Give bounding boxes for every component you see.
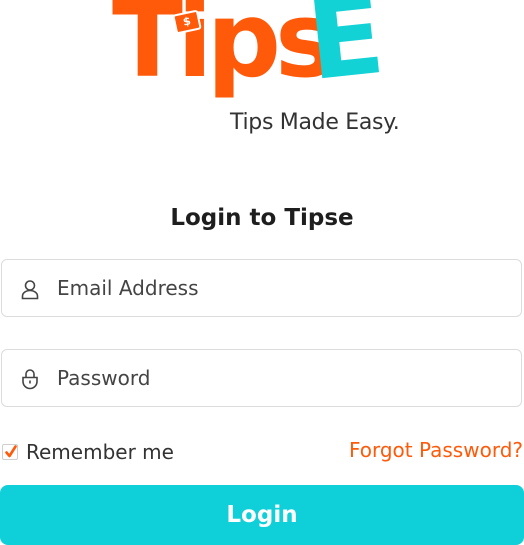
remember-checkbox[interactable] <box>2 444 18 460</box>
email-field[interactable] <box>1 259 522 317</box>
user-icon <box>19 278 41 300</box>
logo-wordmark-accent: E <box>301 0 390 105</box>
password-input[interactable] <box>57 358 507 398</box>
email-input[interactable] <box>57 268 507 308</box>
logo-tagline: Tips Made Easy. <box>230 110 400 135</box>
remember-me-label: Remember me <box>26 440 174 464</box>
password-field[interactable] <box>1 349 522 407</box>
forgot-password-link[interactable]: Forgot Password? <box>349 438 523 462</box>
login-button[interactable]: Login <box>0 485 524 545</box>
checkmark-icon <box>5 445 17 458</box>
remember-me-toggle[interactable]: Remember me <box>2 440 174 464</box>
page-title: Login to Tipse <box>170 205 354 231</box>
lock-icon <box>19 368 41 390</box>
logo-wordmark-main: Tips <box>112 0 337 101</box>
tipse-logo: Tips $ E Tips Made Easy. <box>112 0 416 142</box>
